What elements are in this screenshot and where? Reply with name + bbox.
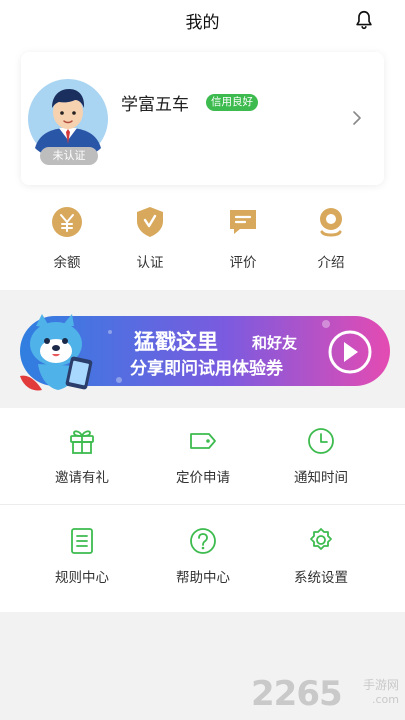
menu-item-label: 邀请有礼 — [55, 470, 109, 486]
quick-action-label: 余额 — [53, 255, 81, 271]
shield-icon — [137, 207, 163, 237]
header-section: 我的 未认证 学富五车 信用良好 余额 认证 评价 介绍 — [0, 0, 405, 290]
menu-item-notify-time[interactable]: 通知时间 — [266, 426, 376, 486]
profile-card[interactable]: 未认证 学富五车 信用良好 — [21, 52, 384, 185]
quick-action-label: 认证 — [136, 255, 164, 271]
verify-status-badge: 未认证 — [40, 147, 98, 165]
location-icon — [320, 208, 342, 237]
banner-headline: 猛戳这里 — [133, 330, 218, 354]
watermark-number: 2265 — [251, 674, 343, 714]
quick-action-review[interactable]: 评价 — [203, 205, 283, 271]
gear-icon — [310, 528, 332, 550]
clock-icon — [308, 428, 334, 454]
price-tag-icon — [190, 433, 216, 449]
menu-item-label: 系统设置 — [294, 570, 348, 586]
menu-item-settings[interactable]: 系统设置 — [266, 526, 376, 586]
quick-action-label: 介绍 — [317, 255, 345, 271]
menu-item-label: 规则中心 — [55, 570, 109, 586]
promo-banner[interactable]: 猛戳这里 和好友 分享即问试用体验券 — [14, 312, 392, 397]
banner-subtitle: 分享即问试用体验券 — [130, 358, 284, 379]
watermark-domain: .com — [372, 693, 399, 706]
menu-item-rules[interactable]: 规则中心 — [27, 526, 137, 586]
document-icon — [71, 528, 93, 554]
divider — [0, 504, 405, 505]
comment-icon — [230, 210, 256, 234]
page-title: 我的 — [185, 13, 220, 33]
bell-icon[interactable] — [353, 9, 375, 31]
quick-actions: 余额 认证 评价 介绍 — [0, 205, 405, 280]
yen-icon — [52, 207, 82, 237]
credit-badge: 信用良好 — [206, 94, 258, 111]
menu-item-invite[interactable]: 邀请有礼 — [27, 426, 137, 486]
menu-item-label: 帮助中心 — [176, 570, 230, 586]
quick-action-label: 评价 — [229, 255, 257, 271]
username: 学富五车 — [121, 95, 189, 115]
menu-item-label: 定价申请 — [176, 470, 230, 486]
quick-action-verify[interactable]: 认证 — [110, 205, 190, 271]
help-icon — [190, 528, 216, 554]
site-watermark: 2265 手游网 .com — [251, 674, 401, 714]
banner-headline-small: 和好友 — [252, 334, 297, 352]
gift-icon — [70, 430, 94, 454]
menu-grid: 邀请有礼 定价申请 通知时间 规则中心 帮助中心 系统设置 — [0, 408, 405, 612]
chevron-right-icon[interactable] — [352, 110, 362, 126]
menu-item-label: 通知时间 — [294, 470, 348, 486]
menu-item-pricing[interactable]: 定价申请 — [148, 426, 258, 486]
watermark-cn: 手游网 — [362, 678, 399, 692]
menu-item-help[interactable]: 帮助中心 — [148, 526, 258, 586]
quick-action-balance[interactable]: 余额 — [27, 205, 107, 271]
quick-action-intro[interactable]: 介绍 — [291, 205, 371, 271]
